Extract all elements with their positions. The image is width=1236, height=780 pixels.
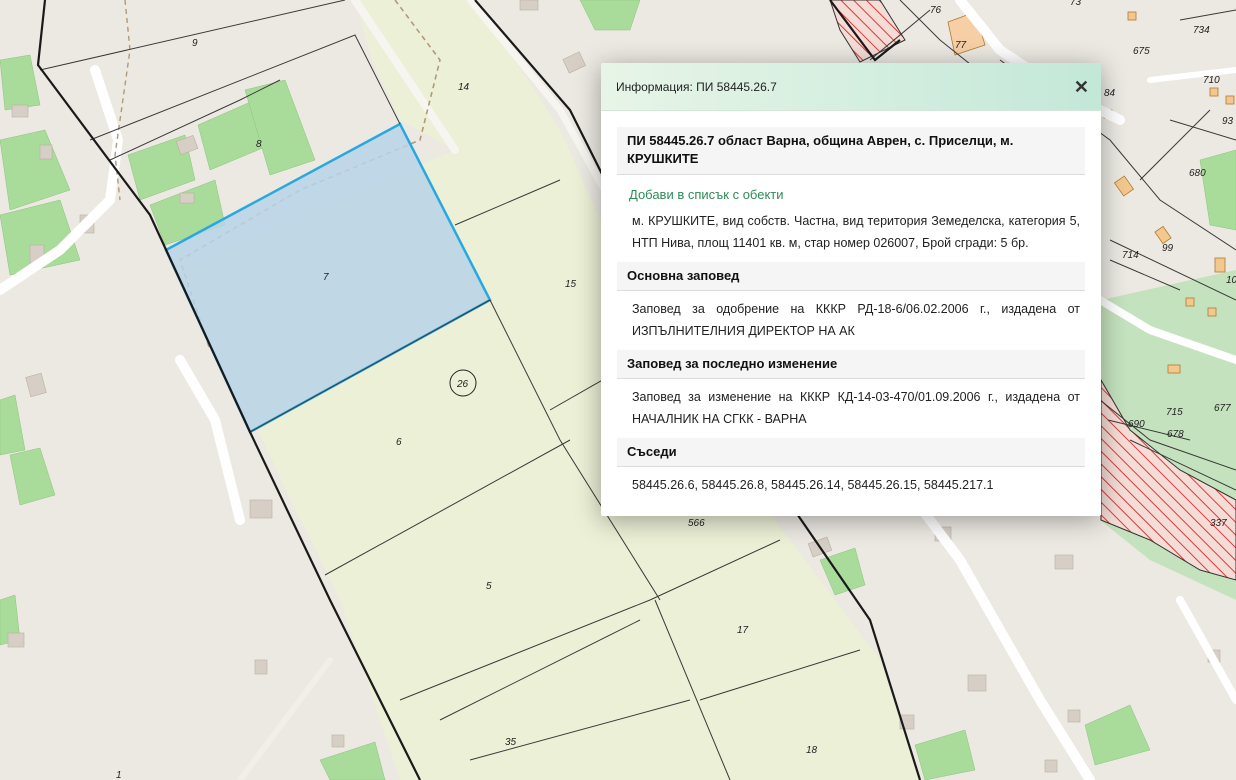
popup-title: Информация: ПИ 58445.26.7 xyxy=(616,79,777,94)
parcel-label: 9 xyxy=(192,38,198,49)
parcel-label: 710 xyxy=(1203,75,1220,86)
parcel-label: 734 xyxy=(1193,25,1210,36)
parcel-label: 1 xyxy=(116,770,122,780)
parcel-label: 17 xyxy=(737,625,749,636)
parcel-label: 99 xyxy=(1162,243,1174,254)
parcel-label: 678 xyxy=(1167,429,1184,440)
parcel-label: 7 xyxy=(323,272,329,283)
popup-header: Информация: ПИ 58445.26.7 ✕ xyxy=(601,63,1101,111)
parcel-label: 18 xyxy=(806,745,818,756)
section-heading-last-change: Заповед за последно изменение xyxy=(617,350,1085,379)
section-text-neighbors: 58445.26.6, 58445.26.8, 58445.26.14, 584… xyxy=(632,478,994,492)
parcel-label: 680 xyxy=(1189,168,1206,179)
popup-body: ПИ 58445.26.7 област Варна, община Аврен… xyxy=(601,111,1101,504)
parcel-label: 93 xyxy=(1222,116,1234,127)
parcel-label: 337 xyxy=(1210,518,1227,529)
parcel-label: 715 xyxy=(1166,407,1183,418)
parcel-heading: ПИ 58445.26.7 област Варна, община Аврен… xyxy=(617,127,1085,175)
parcel-details: м. КРУШКИТЕ, вид собств. Частна, вид тер… xyxy=(632,214,1080,250)
parcel-label: 14 xyxy=(458,82,470,93)
parcel-label: 675 xyxy=(1133,46,1150,57)
parcel-label: 73 xyxy=(1070,0,1082,8)
section-heading-neighbors: Съседи xyxy=(617,438,1085,467)
parcel-label: 5 xyxy=(486,581,492,592)
parcel-label: 677 xyxy=(1214,403,1231,414)
parcel-label: 8 xyxy=(256,139,262,150)
parcel-label: 26 xyxy=(456,379,469,390)
parcel-label: 76 xyxy=(930,5,942,16)
section-text-last-change: Заповед за изменение на КККР КД-14-03-47… xyxy=(632,390,1080,426)
parcel-label: 566 xyxy=(688,518,705,529)
parcel-label: 15 xyxy=(565,279,577,290)
parcel-label: 714 xyxy=(1122,250,1139,261)
parcel-label: 35 xyxy=(505,737,517,748)
parcel-label: 84 xyxy=(1104,88,1116,99)
info-popup: Информация: ПИ 58445.26.7 ✕ ПИ 58445.26.… xyxy=(601,63,1101,516)
section-heading-main-order: Основна заповед xyxy=(617,262,1085,291)
parcel-label: 10 xyxy=(1226,275,1236,286)
parcel-label: 6 xyxy=(396,437,402,448)
parcel-label: 77 xyxy=(955,40,967,51)
section-text-main-order: Заповед за одобрение на КККР РД-18-6/06.… xyxy=(632,302,1080,338)
add-to-list-link[interactable]: Добави в списък с обекти xyxy=(617,175,1085,208)
parcel-label: 690 xyxy=(1128,419,1145,430)
close-icon[interactable]: ✕ xyxy=(1074,78,1089,96)
